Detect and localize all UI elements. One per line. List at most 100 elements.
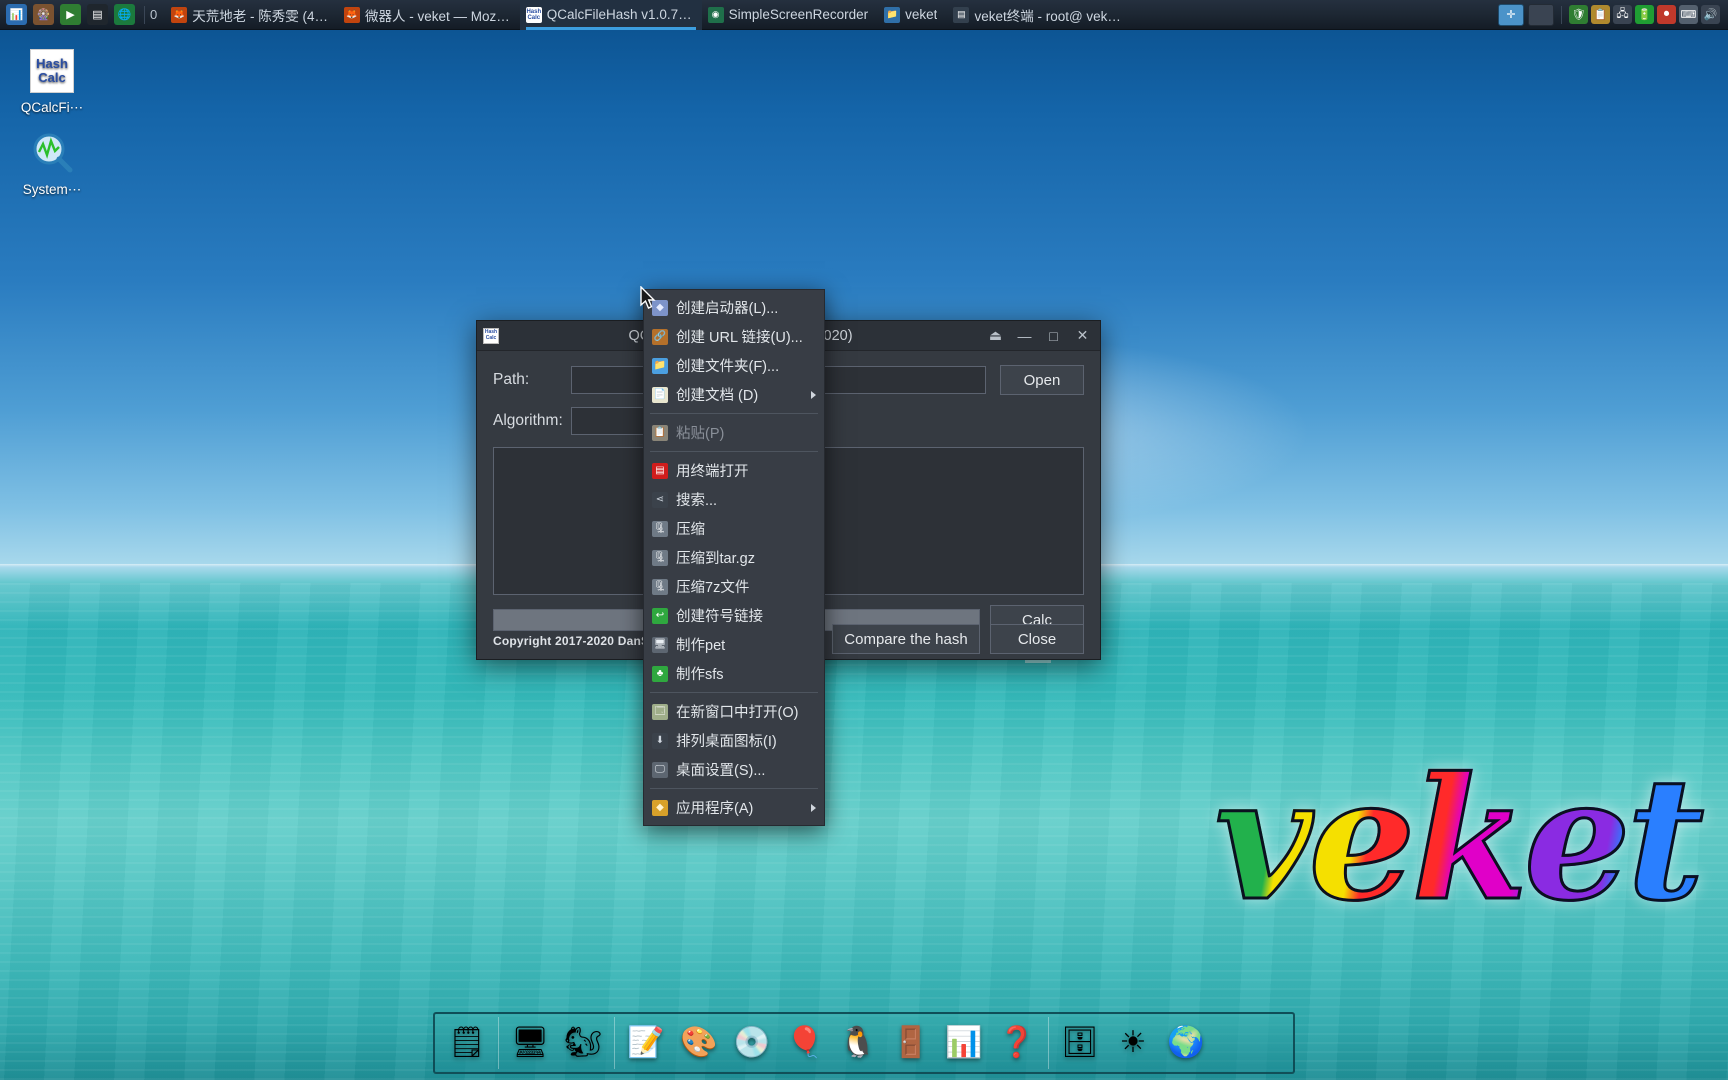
hashcalc-icon: Hash Calc [29, 48, 75, 94]
menu-open-new-window[interactable]: 🗔 在新窗口中打开(O) [644, 697, 824, 726]
dock-item-downloader[interactable]: 🎈 [779, 1017, 831, 1069]
tray-record-icon[interactable]: ⏺ [1657, 5, 1676, 24]
task-simplescreenrecorder-icon: ◉ [707, 6, 724, 23]
dock-item-files[interactable]: 🗄 [1054, 1017, 1106, 1069]
dock-item-browser[interactable]: 🌍 [1160, 1017, 1212, 1069]
task-tianhuangdilao[interactable]: 🦊 天荒地老 - 陈秀雯 (4… [165, 0, 338, 30]
menu-create-launcher[interactable]: ◆ 创建启动器(L)... [644, 293, 824, 322]
dock-item-desktop[interactable]: 🖥 [504, 1017, 556, 1069]
menu-separator-1 [650, 413, 818, 414]
package-manager-icon[interactable]: 🎡 [33, 4, 54, 25]
tray-keyboard-icon[interactable]: ⌨ [1679, 5, 1698, 24]
task-veket-terminal[interactable]: ▤ veket终端 - root@ vek… [947, 0, 1131, 30]
close-button-footer[interactable]: Close [990, 624, 1084, 654]
menu-open-terminal-icon: ▤ [652, 462, 668, 479]
menu-compress-label: 压缩 [676, 522, 705, 538]
task-qcalcfilehash[interactable]: Hash Calc QCalcFileHash v1.0.7… [519, 0, 702, 30]
dock-item-file-manager[interactable]: 🗒 [441, 1017, 493, 1069]
menu-create-document[interactable]: 📄 创建文档 (D) [644, 380, 824, 409]
dock-item-text-editor[interactable]: 📝 [620, 1017, 672, 1069]
shade-button[interactable]: ⏏ [982, 324, 1009, 348]
dock-item-help[interactable]: ❓ [991, 1017, 1043, 1069]
menu-desktop-settings-icon: 🖵 [652, 761, 668, 778]
menu-create-url-link-icon: 🔗 [652, 328, 668, 345]
menu-create-symlink-label: 创建符号链接 [676, 609, 763, 625]
terminal-icon[interactable]: ▤ [87, 4, 108, 25]
task-weiqiren-firefox-icon: 🦊 [344, 6, 360, 23]
dock-separator-2 [614, 1017, 615, 1069]
menu-create-symlink[interactable]: ↩ 创建符号链接 [644, 601, 824, 630]
task-simplescreenrecorder[interactable]: ◉ SimpleScreenRecorder [702, 0, 879, 30]
minimize-all-button[interactable] [1528, 3, 1554, 26]
menu-compress-targz-label: 压缩到tar.gz [676, 551, 755, 567]
dock-item-firefox[interactable]: 🐿 [557, 1017, 609, 1069]
menu-create-folder[interactable]: 📁 创建文件夹(F)... [644, 351, 824, 380]
menu-compress[interactable]: 🗜 压缩 [644, 514, 824, 543]
task-weiqiren-firefox[interactable]: 🦊 微器人 - veket — Moz… [338, 0, 520, 30]
task-veket-folder[interactable]: 📁 veket [878, 0, 947, 30]
menu-applications[interactable]: ◆ 应用程序(A) [644, 793, 824, 822]
menu-search[interactable]: ⋖ 搜索... [644, 485, 824, 514]
algorithm-label: Algorithm: [493, 412, 563, 429]
dock-separator-1 [498, 1017, 499, 1069]
menu-create-folder-label: 创建文件夹(F)... [676, 359, 780, 375]
menu-create-url-link[interactable]: 🔗 创建 URL 链接(U)... [644, 322, 824, 351]
menu-open-terminal-label: 用终端打开 [676, 464, 749, 480]
show-desktop-button[interactable]: ✛ [1498, 3, 1524, 26]
system-monitor-icon[interactable]: 📊 [6, 4, 27, 25]
menu-arrange-desktop-icons-label: 排列桌面图标(I) [676, 734, 777, 750]
task-weiqiren-firefox-label: 微器人 - veket — Moz… [365, 8, 510, 24]
tray-battery-icon[interactable]: 🔋 [1635, 5, 1654, 24]
menu-paste: 📋 粘贴(P) [644, 418, 824, 447]
window-icon-line2: Calc [485, 334, 497, 341]
minimize-button[interactable]: — [1011, 324, 1038, 348]
dock-item-office[interactable]: 📊 [938, 1017, 990, 1069]
menu-search-label: 搜索... [676, 493, 718, 509]
tray-firewall-icon[interactable]: 🛡 [1569, 5, 1588, 24]
dock-item-settings[interactable]: ☀ [1107, 1017, 1159, 1069]
browser-icon[interactable]: 🌐 [114, 4, 135, 25]
workspace-indicator[interactable]: 0 [148, 7, 165, 22]
path-label: Path: [493, 371, 530, 388]
menu-make-pet[interactable]: 🖥 制作pet [644, 630, 824, 659]
desktop-icon-qcalcfilehash[interactable]: Hash Calc QCalcFi⋯ [2, 48, 102, 116]
menu-create-document-label: 创建文档 (D) [676, 388, 759, 404]
compare-hash-button[interactable]: Compare the hash [832, 624, 980, 654]
desktop-context-menu[interactable]: ◆ 创建启动器(L)... 🔗 创建 URL 链接(U)... 📁 创建文件夹(F)...… [643, 289, 825, 826]
menu-compress-targz[interactable]: 🗜 压缩到tar.gz [644, 543, 824, 572]
tray-network-icon[interactable]: 🖧 [1613, 5, 1632, 24]
desktop-icon-systemmonitor[interactable]: System⋯ [2, 130, 102, 198]
menu-applications-icon: ◆ [652, 799, 668, 816]
menu-open-new-window-icon: 🗔 [652, 703, 668, 720]
taskbar-divider [144, 5, 145, 24]
dock-item-archive[interactable]: 🚪 [885, 1017, 937, 1069]
hashcalc-icon-line1: Hash [36, 56, 68, 72]
dock-item-media-player[interactable]: 💿 [726, 1017, 778, 1069]
menu-compress-7z-label: 压缩7z文件 [676, 580, 750, 596]
menu-search-icon: ⋖ [652, 491, 668, 508]
maximize-button[interactable]: □ [1040, 324, 1067, 348]
dock-item-paint[interactable]: 🎨 [673, 1017, 725, 1069]
menu-separator-3 [650, 692, 818, 693]
close-button[interactable]: ✕ [1069, 324, 1096, 348]
tray-volume-icon[interactable]: 🔊 [1701, 5, 1720, 24]
menu-desktop-settings-label: 桌面设置(S)... [676, 763, 766, 779]
menu-open-terminal[interactable]: ▤ 用终端打开 [644, 456, 824, 485]
menu-desktop-settings[interactable]: 🖵 桌面设置(S)... [644, 755, 824, 784]
media-player-icon[interactable]: ▶ [60, 4, 81, 25]
top-taskbar: 📊 🎡 ▶ ▤ 🌐 0 🦊 天荒地老 - 陈秀雯 (4… 🦊 微器人 - veket — Mo… [0, 0, 1728, 30]
menu-make-sfs[interactable]: ♣ 制作sfs [644, 659, 824, 688]
menu-create-folder-icon: 📁 [652, 357, 668, 374]
menu-create-launcher-label: 创建启动器(L)... [676, 301, 779, 317]
menu-compress-7z[interactable]: 🗜 压缩7z文件 [644, 572, 824, 601]
tray-clipboard-icon[interactable]: 📋 [1591, 5, 1610, 24]
taskbar-task-list: 🦊 天荒地老 - 陈秀雯 (4… 🦊 微器人 - veket — Moz… Hash Ca… [165, 0, 1498, 30]
desktop-icon-label: System⋯ [22, 182, 82, 197]
menu-arrange-desktop-icons[interactable]: ⬇ 排列桌面图标(I) [644, 726, 824, 755]
bottom-dock[interactable]: 🗒 🖥 🐿 📝 🎨 💿 🎈 🐧 🚪 📊 ❓ 🗄 ☀ 🌍 [433, 1012, 1295, 1074]
window-controls: ⏏ — □ ✕ [982, 324, 1096, 348]
menu-compress-targz-icon: 🗜 [652, 549, 668, 566]
open-button[interactable]: Open [1000, 365, 1084, 395]
task-veket-terminal-label: veket终端 - root@ vek… [974, 8, 1121, 24]
dock-item-penguin[interactable]: 🐧 [832, 1017, 884, 1069]
